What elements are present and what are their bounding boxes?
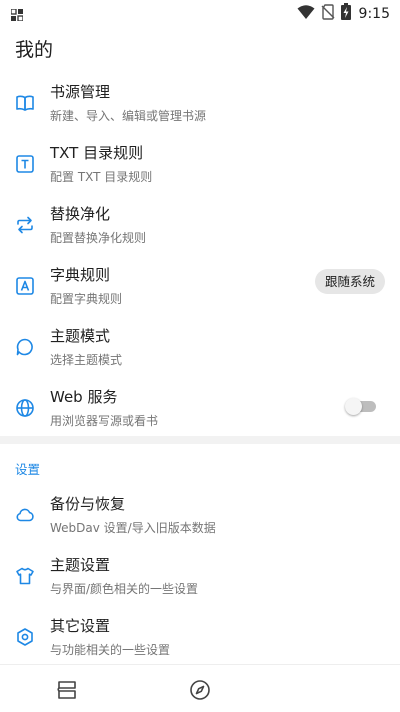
my-menu-list: 书源管理 新建、导入、编辑或管理书源 TXT 目录规则 配置 TXT 目录规则 … xyxy=(0,64,400,430)
bookshelf-icon[interactable] xyxy=(56,679,78,701)
item-summary: 用浏览器写源或看书 xyxy=(50,414,159,428)
list-item-replace-rules[interactable]: 替换净化 配置替换净化规则 xyxy=(0,186,400,247)
item-summary: 配置字典规则 xyxy=(50,292,123,306)
item-title: 字典规则 xyxy=(50,266,111,284)
battery-charging-icon xyxy=(340,3,351,24)
item-title: 主题模式 xyxy=(50,327,111,345)
cloud-icon xyxy=(15,505,35,525)
theme-mode-icon xyxy=(15,337,35,357)
dictionary-icon xyxy=(15,276,35,296)
list-item-web-service[interactable]: Web 服务 用浏览器写源或看书 xyxy=(0,369,400,430)
item-title: 备份与恢复 xyxy=(50,495,126,513)
no-sim-icon xyxy=(321,3,335,24)
list-item-theme-mode[interactable]: 主题模式 选择主题模式 xyxy=(0,308,400,369)
item-title: 替换净化 xyxy=(50,205,111,223)
status-bar: 9:15 xyxy=(0,0,400,24)
settings-icon xyxy=(15,627,35,647)
list-item-book-source[interactable]: 书源管理 新建、导入、编辑或管理书源 xyxy=(0,64,400,125)
notification-icon xyxy=(10,6,24,25)
item-summary: 新建、导入、编辑或管理书源 xyxy=(50,109,207,123)
wifi-icon xyxy=(297,4,315,24)
item-summary: 与功能相关的一些设置 xyxy=(50,643,171,657)
status-time: 9:15 xyxy=(358,5,390,22)
item-title: 其它设置 xyxy=(50,617,111,635)
globe-icon xyxy=(15,398,35,418)
item-summary: 配置 TXT 目录规则 xyxy=(50,170,153,184)
shirt-icon xyxy=(15,566,35,586)
item-summary: 选择主题模式 xyxy=(50,353,123,367)
item-title: Web 服务 xyxy=(50,388,118,406)
section-divider xyxy=(0,436,400,444)
item-summary: 配置替换净化规则 xyxy=(50,231,147,245)
item-title: TXT 目录规则 xyxy=(50,144,144,162)
txt-icon xyxy=(15,154,35,174)
list-item-txt-rules[interactable]: TXT 目录规则 配置 TXT 目录规则 xyxy=(0,125,400,186)
bottom-navigation xyxy=(0,664,400,712)
list-item-other-settings[interactable]: 其它设置 与功能相关的一些设置 xyxy=(0,598,400,659)
web-service-switch[interactable] xyxy=(345,398,377,415)
item-summary: 与界面/颜色相关的一些设置 xyxy=(50,582,199,596)
replace-icon xyxy=(15,215,35,235)
settings-list: 备份与恢复 WebDav 设置/导入旧版本数据 主题设置 与界面/颜色相关的一些… xyxy=(0,476,400,659)
page-title: 我的 xyxy=(15,39,54,61)
theme-mode-value-chip[interactable]: 跟随系统 xyxy=(314,269,385,294)
item-title: 主题设置 xyxy=(50,556,111,574)
book-icon xyxy=(15,93,35,113)
list-item-theme-settings[interactable]: 主题设置 与界面/颜色相关的一些设置 xyxy=(0,537,400,598)
list-item-backup-restore[interactable]: 备份与恢复 WebDav 设置/导入旧版本数据 xyxy=(0,476,400,537)
switch-thumb xyxy=(345,398,362,415)
item-title: 书源管理 xyxy=(50,83,111,101)
item-summary: WebDav 设置/导入旧版本数据 xyxy=(50,521,216,535)
explore-icon[interactable] xyxy=(189,679,211,701)
